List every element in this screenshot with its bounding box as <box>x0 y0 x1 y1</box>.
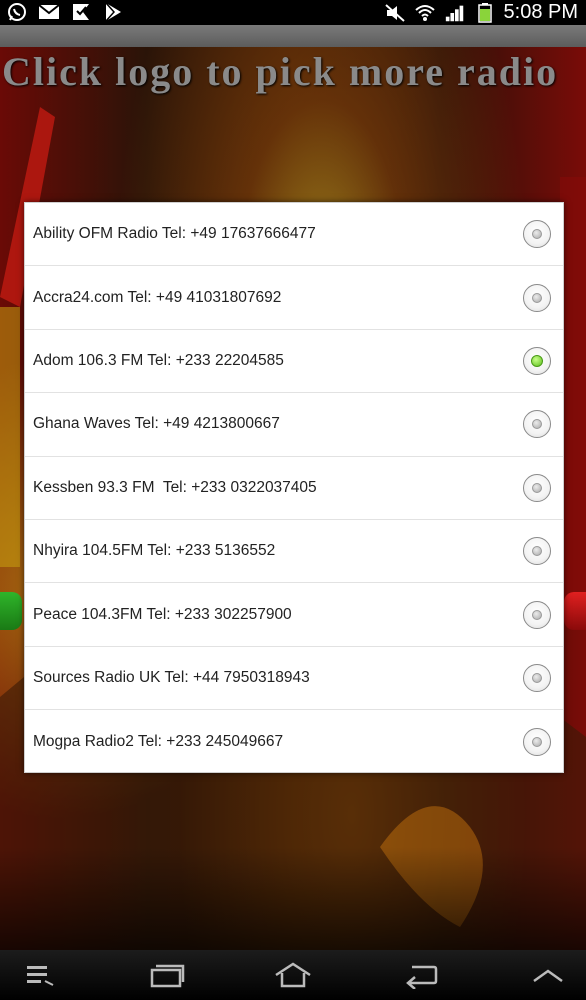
radio-indicator <box>532 229 542 240</box>
home-icon[interactable] <box>271 960 315 990</box>
station-item[interactable]: Nhyira 104.5FM Tel: +233 5136552 <box>25 520 563 584</box>
station-label: Mogpa Radio2 Tel: +233 245049667 <box>33 732 284 750</box>
up-chevron-icon[interactable] <box>526 960 570 990</box>
radio-indicator-selected <box>531 354 543 367</box>
left-side-tab[interactable] <box>0 592 22 630</box>
radio-button[interactable] <box>523 727 551 756</box>
back-icon[interactable] <box>398 960 442 990</box>
radio-button[interactable] <box>523 663 551 692</box>
station-label: Sources Radio UK Tel: +44 7950318943 <box>33 668 310 686</box>
notification-icons <box>6 2 124 22</box>
station-item[interactable]: Adom 106.3 FM Tel: +233 22204585 <box>25 330 563 394</box>
station-label: Peace 104.3FM Tel: +233 302257900 <box>33 605 292 623</box>
station-label: Kessben 93.3 FM Tel: +233 0322037405 <box>33 478 317 496</box>
right-side-tab[interactable] <box>564 592 586 630</box>
system-icons: 5:08 PM <box>384 0 578 25</box>
station-label: Nhyira 104.5FM Tel: +233 5136552 <box>33 542 276 560</box>
radio-button[interactable] <box>523 283 551 312</box>
radio-button[interactable] <box>523 537 551 566</box>
station-item[interactable]: Ghana Waves Tel: +49 4213800667 <box>25 393 563 457</box>
radio-station-dialog: Ability OFM Radio Tel: +49 17637666477 A… <box>24 202 564 773</box>
whatsapp-icon <box>6 2 28 22</box>
radio-button-selected[interactable] <box>523 346 551 375</box>
station-item[interactable]: Sources Radio UK Tel: +44 7950318943 <box>25 647 563 711</box>
pick-radio-header[interactable]: Click logo to pick more radio <box>2 48 586 98</box>
station-item[interactable]: Peace 104.3FM Tel: +233 302257900 <box>25 583 563 647</box>
recent-apps-icon[interactable] <box>145 960 189 990</box>
mute-icon <box>384 3 406 23</box>
radio-button[interactable] <box>523 600 551 629</box>
status-bar: 5:08 PM <box>0 0 586 25</box>
clock: 5:08 PM <box>503 1 578 23</box>
radio-indicator <box>532 609 542 620</box>
wifi-icon <box>414 3 436 23</box>
radio-indicator <box>532 482 542 493</box>
radio-button[interactable] <box>523 410 551 439</box>
mail-icon <box>38 2 60 22</box>
radio-button[interactable] <box>523 473 551 502</box>
radio-indicator <box>532 546 542 557</box>
navigation-bar <box>0 950 586 1000</box>
station-label: Accra24.com Tel: +49 41031807692 <box>33 288 282 306</box>
download-icon <box>70 2 92 22</box>
play-store-icon <box>102 2 124 22</box>
radio-indicator <box>532 419 542 430</box>
radio-indicator <box>532 736 542 747</box>
battery-icon <box>474 2 496 23</box>
station-label: Ability OFM Radio Tel: +49 17637666477 <box>33 225 316 243</box>
signal-icon <box>444 3 466 23</box>
station-item[interactable]: Mogpa Radio2 Tel: +233 245049667 <box>25 710 563 773</box>
station-item[interactable]: Ability OFM Radio Tel: +49 17637666477 <box>25 203 563 267</box>
radio-indicator <box>532 292 542 303</box>
radio-indicator <box>532 672 542 683</box>
station-item[interactable]: Accra24.com Tel: +49 41031807692 <box>25 266 563 330</box>
menu-icon[interactable] <box>18 960 62 990</box>
station-item[interactable]: Kessben 93.3 FM Tel: +233 0322037405 <box>25 457 563 520</box>
station-label: Ghana Waves Tel: +49 4213800667 <box>33 415 280 433</box>
radio-button[interactable] <box>523 220 551 249</box>
title-strip <box>0 25 586 47</box>
station-label: Adom 106.3 FM Tel: +233 22204585 <box>33 351 284 369</box>
